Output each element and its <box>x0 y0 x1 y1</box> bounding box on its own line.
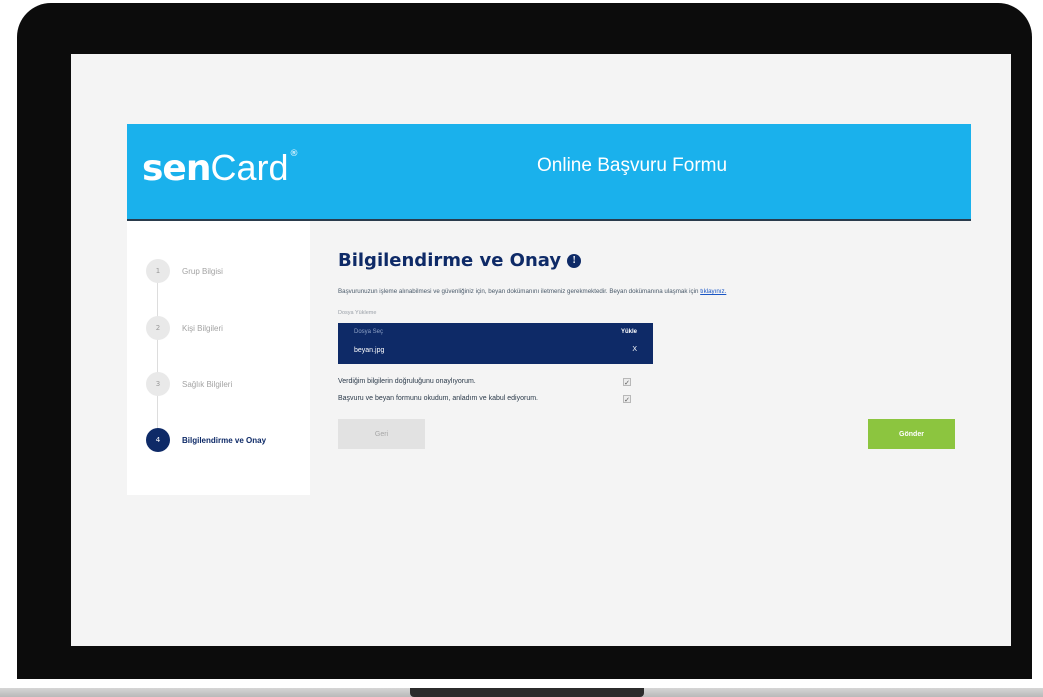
document-link[interactable]: tıklayınız. <box>700 288 726 295</box>
consent-accuracy-row: Verdiğim bilgilerin doğruluğunu onaylıyo… <box>338 377 476 387</box>
steps-connector-line <box>157 271 158 431</box>
consent-terms-row: Başvuru ve beyan formunu okudum, anladım… <box>338 394 538 404</box>
logo-text-light: Card <box>210 147 289 188</box>
step-label: Bilgilendirme ve Onay <box>182 435 267 445</box>
uploaded-filename: beyan.jpg <box>354 347 385 354</box>
upload-label: Dosya Yükleme <box>338 310 377 316</box>
back-button[interactable]: Geri <box>338 419 425 449</box>
description-text: Başvurunuzun işleme alınabilmesi ve güve… <box>338 288 726 295</box>
consent-terms-checkbox[interactable]: ✓ <box>623 395 631 404</box>
submit-button[interactable]: Gönder <box>868 419 955 449</box>
choose-file-label[interactable]: Dosya Seç <box>354 329 383 335</box>
laptop-base-notch <box>410 688 644 697</box>
step-label: Kişi Bilgileri <box>182 323 223 333</box>
laptop-screen: senCard® Online Başvuru Formu 1 Grup Bil… <box>71 54 1011 646</box>
description-body: Başvurunuzun işleme alınabilmesi ve güve… <box>338 288 699 295</box>
steps-sidebar: 1 Grup Bilgisi 2 Kişi Bilgileri 3 Sağlık… <box>127 221 310 495</box>
info-icon[interactable]: ! <box>567 253 582 268</box>
logo-text-bold: sen <box>142 148 211 189</box>
step-kisi-bilgileri[interactable]: 2 Kişi Bilgileri <box>146 316 223 340</box>
step-label: Sağlık Bilgileri <box>182 379 233 389</box>
step-number: 3 <box>146 372 170 396</box>
step-grup-bilgisi[interactable]: 1 Grup Bilgisi <box>146 259 223 283</box>
file-upload-box[interactable]: Dosya Seç Yükle beyan.jpg X <box>338 323 653 364</box>
step-bilgilendirme-ve-onay[interactable]: 4 Bilgilendirme ve Onay <box>146 428 266 452</box>
registered-mark: ® <box>289 149 299 159</box>
header-title: Online Başvuru Formu <box>537 155 728 176</box>
step-saglik-bilgileri[interactable]: 3 Sağlık Bilgileri <box>146 372 232 396</box>
upload-button[interactable]: Yükle <box>621 329 637 335</box>
remove-file-icon[interactable]: X <box>632 346 637 353</box>
consent-accuracy-checkbox[interactable]: ✓ <box>623 378 631 387</box>
app-header: senCard® Online Başvuru Formu <box>127 124 971 221</box>
step-number: 1 <box>146 259 170 283</box>
laptop-frame: senCard® Online Başvuru Formu 1 Grup Bil… <box>17 3 1032 679</box>
consent-terms-label: Başvuru ve beyan formunu okudum, anladım… <box>338 395 538 402</box>
consent-accuracy-label: Verdiğim bilgilerin doğruluğunu onaylıyo… <box>338 378 476 385</box>
step-number: 2 <box>146 316 170 340</box>
page-title: Bilgilendirme ve Onay ! <box>338 250 582 271</box>
sencard-logo[interactable]: senCard® <box>142 150 299 187</box>
page-title-text: Bilgilendirme ve Onay <box>338 250 562 271</box>
step-number: 4 <box>146 428 170 452</box>
step-label: Grup Bilgisi <box>182 266 223 276</box>
